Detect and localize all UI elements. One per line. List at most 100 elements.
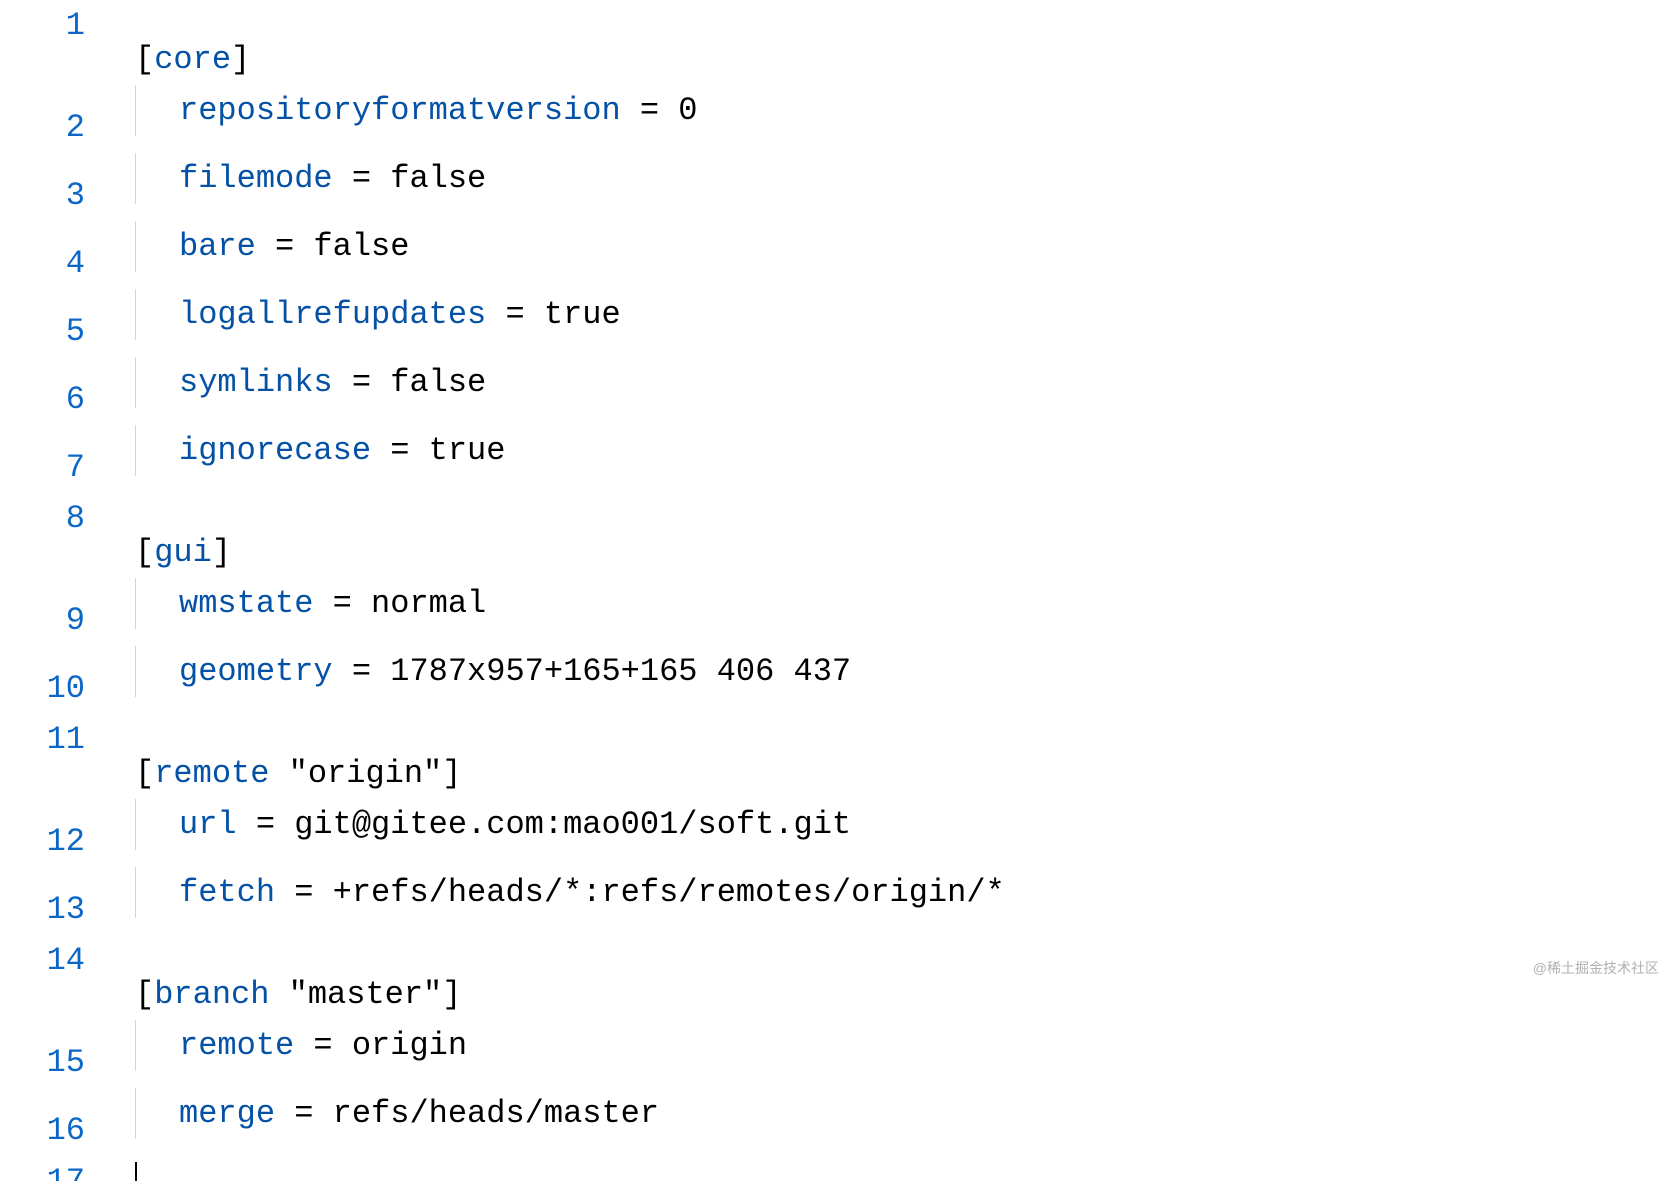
line-number: 13 [0,884,95,935]
code-line[interactable]: 14[branch "master"] [0,935,1669,1020]
code-token: [ [135,41,154,78]
line-content: [remote "origin"] [95,748,461,799]
code-token: = [333,653,391,690]
code-line[interactable]: 3filemode = false [0,153,1669,221]
code-token: ] [231,41,250,78]
code-editor[interactable]: 1[core]2repositoryformatversion = 03file… [0,0,1669,1181]
line-number: 3 [0,170,95,221]
line-content: filemode = false [95,153,486,204]
code-token: remote [179,1027,294,1064]
line-content: remote = origin [95,1020,467,1071]
code-token: false [390,160,486,197]
code-token: url [179,806,237,843]
line-number: 12 [0,816,95,867]
code-token: branch [154,976,269,1013]
line-content: logallrefupdates = true [95,289,621,340]
code-line[interactable]: 9wmstate = normal [0,578,1669,646]
code-token: = [275,1095,333,1132]
line-content: repositoryformatversion = 0 [95,85,697,136]
code-token: bare [179,228,256,265]
code-token: = [333,160,391,197]
code-token: = [486,296,544,333]
code-line[interactable]: 4 bare = false [0,221,1669,289]
code-token: logallrefupdates [179,296,486,333]
line-number: 11 [0,714,95,765]
line-content: url = git@gitee.com:mao001/soft.git [95,799,851,850]
code-token: filemode [179,160,333,197]
code-token: = [256,228,314,265]
line-number: 5 [0,306,95,357]
code-line[interactable]: 1[core] [0,0,1669,85]
line-number: 15 [0,1037,95,1088]
code-token: [ [135,976,154,1013]
code-token: true [429,432,506,469]
line-number: 9 [0,595,95,646]
code-token: core [154,41,231,78]
code-token: gui [154,534,212,571]
line-number: 4 [0,238,95,289]
line-number: 1 [0,0,95,51]
code-token: false [390,364,486,401]
code-token: ] [212,534,231,571]
line-number: 10 [0,663,95,714]
code-token: = [275,874,333,911]
code-line[interactable]: 5logallrefupdates = true [0,289,1669,357]
code-token: symlinks [179,364,333,401]
watermark-text: @稀土掘金技术社区 [1533,943,1659,994]
code-token: 0 [678,92,697,129]
line-content: [gui] [95,527,231,578]
code-line[interactable]: 8[gui] [0,493,1669,578]
code-token: geometry [179,653,333,690]
code-line[interactable]: 6 symlinks = false [0,357,1669,425]
code-token: "master" [269,976,442,1013]
line-number: 8 [0,493,95,544]
code-token: normal [371,585,486,622]
line-content: ignorecase = true [95,425,505,476]
line-number: 14 [0,935,95,986]
line-content: wmstate = normal [95,578,486,629]
code-line[interactable]: 7ignorecase = true [0,425,1669,493]
code-line[interactable]: 13fetch = +refs/heads/*:refs/remotes/ori… [0,867,1669,935]
code-token: = [313,585,371,622]
code-line[interactable]: 12url = git@gitee.com:mao001/soft.git [0,799,1669,867]
code-token: repositoryformatversion [179,92,621,129]
line-content: fetch = +refs/heads/*:refs/remotes/origi… [95,867,1005,918]
line-number: 2 [0,102,95,153]
line-content: [branch "master"] [95,969,461,1020]
line-number: 7 [0,442,95,493]
code-line[interactable]: 15remote = origin [0,1020,1669,1088]
code-token: ] [442,755,461,792]
code-token: [ [135,534,154,571]
code-token: 1787x957+165+165 406 437 [390,653,851,690]
code-line[interactable]: 11[remote "origin"] [0,714,1669,799]
code-token: wmstate [179,585,313,622]
code-token: ignorecase [179,432,371,469]
code-token: ] [442,976,461,1013]
code-token: = [371,432,429,469]
line-number: 16 [0,1105,95,1156]
code-token: merge [179,1095,275,1132]
line-number: 17 [0,1156,95,1181]
code-token: +refs/heads/*:refs/remotes/origin/* [333,874,1005,911]
code-line[interactable]: 10geometry = 1787x957+165+165 406 437 [0,646,1669,714]
code-line[interactable]: 2repositoryformatversion = 0 [0,85,1669,153]
code-token: fetch [179,874,275,911]
code-token: remote [154,755,269,792]
line-content [95,1156,179,1181]
code-token: refs/heads/master [333,1095,659,1132]
code-token: false [313,228,409,265]
code-token: [ [135,755,154,792]
code-token: = [333,364,391,401]
code-line[interactable]: 16merge = refs/heads/master [0,1088,1669,1156]
code-line[interactable]: 17 [0,1156,1669,1181]
line-content: geometry = 1787x957+165+165 406 437 [95,646,851,697]
code-token: true [544,296,621,333]
code-token: = [237,806,295,843]
code-token: = [621,92,679,129]
line-number: 6 [0,374,95,425]
code-token: "origin" [269,755,442,792]
line-content: merge = refs/heads/master [95,1088,659,1139]
code-token: git@gitee.com:mao001/soft.git [294,806,851,843]
text-cursor [135,1162,137,1181]
line-content: [core] [95,34,250,85]
